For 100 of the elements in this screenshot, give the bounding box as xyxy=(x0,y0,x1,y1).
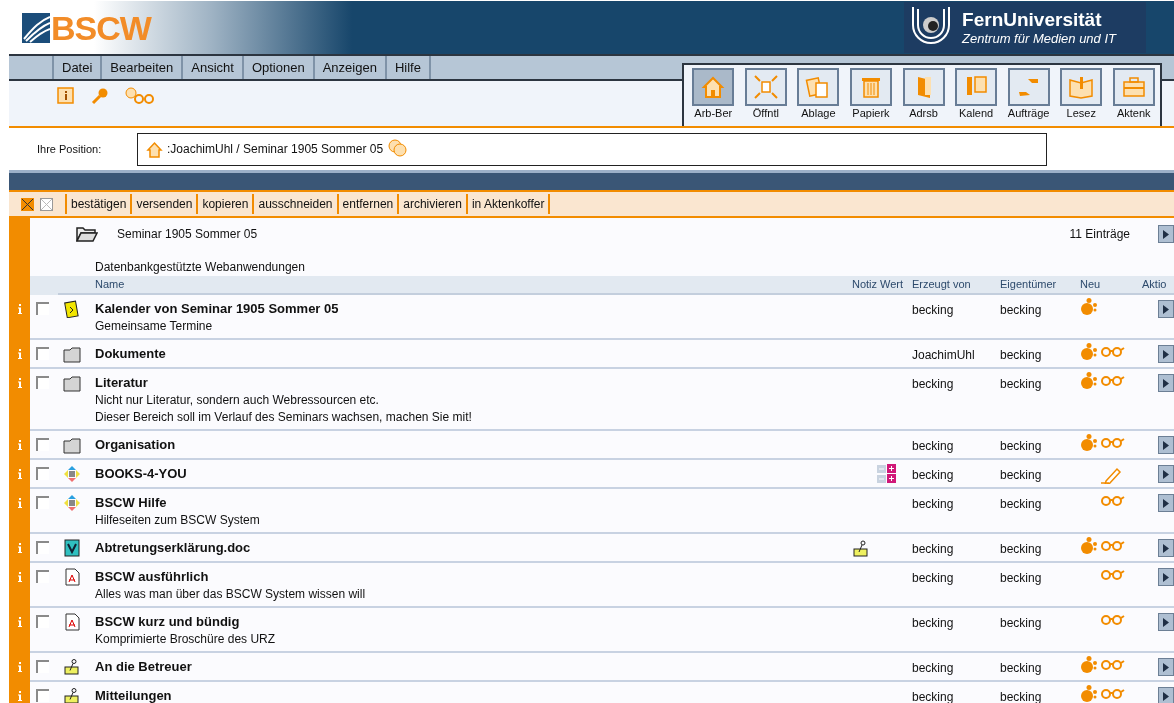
owner-cell: becking xyxy=(1000,303,1042,317)
info-icon[interactable] xyxy=(17,691,22,701)
creator-cell: becking xyxy=(912,497,954,511)
item-name[interactable]: Organisation xyxy=(95,437,845,454)
glasses-icon xyxy=(1100,540,1125,551)
people-icon[interactable] xyxy=(387,139,408,159)
checkbox[interactable] xyxy=(36,376,49,389)
open-folder-icon xyxy=(76,226,98,242)
action-arrow-button[interactable] xyxy=(1158,658,1174,676)
action-arrow-button[interactable] xyxy=(1158,465,1174,483)
toolbar-button[interactable]: Arb-Ber xyxy=(687,68,740,126)
checkbox[interactable] xyxy=(36,467,49,480)
action-arrow-button[interactable] xyxy=(1158,539,1174,557)
action-arrow-button[interactable] xyxy=(1158,436,1174,454)
item-name[interactable]: BSCW Hilfe xyxy=(95,495,845,512)
item-name[interactable]: Dokumente xyxy=(95,346,845,363)
action-button[interactable]: ausschneiden xyxy=(252,194,337,214)
item-name[interactable]: An die Betreuer xyxy=(95,659,845,676)
checkbox[interactable] xyxy=(36,438,49,451)
info-icon[interactable] xyxy=(17,469,22,479)
entry-count: 11 Einträge xyxy=(1069,226,1130,243)
column-header[interactable]: Notiz xyxy=(845,276,877,293)
checkbox[interactable] xyxy=(36,496,49,509)
action-button[interactable]: versenden xyxy=(130,194,197,214)
action-button[interactable]: kopieren xyxy=(196,194,253,214)
column-header[interactable]: Wert xyxy=(877,276,912,293)
item-name[interactable]: BOOKS-4-YOU xyxy=(95,466,845,483)
checkbox[interactable] xyxy=(36,689,49,702)
menu-item[interactable]: Bearbeiten xyxy=(100,56,182,79)
checkbox[interactable] xyxy=(36,302,49,315)
rating-control-icon[interactable] xyxy=(877,464,899,484)
column-header[interactable]: Neu xyxy=(1078,276,1140,293)
creator-cell: becking xyxy=(912,616,954,630)
toolbar-button[interactable]: Aufträge xyxy=(1002,68,1055,126)
info-icon[interactable] xyxy=(17,572,22,582)
info-icon[interactable] xyxy=(17,543,22,553)
info-icon[interactable] xyxy=(17,349,22,359)
house-icon[interactable] xyxy=(146,140,163,158)
action-arrow-button[interactable] xyxy=(1158,568,1174,586)
item-description: Gemeinsame Termine xyxy=(95,318,214,335)
info-card-icon[interactable] xyxy=(57,87,75,105)
column-header[interactable]: Aktio xyxy=(1140,276,1174,293)
info-icon[interactable] xyxy=(17,662,22,672)
menu-item[interactable]: Hilfe xyxy=(384,56,429,79)
toolbar-button[interactable]: Kalend xyxy=(949,68,1003,126)
creator-cell: becking xyxy=(912,439,954,453)
info-icon[interactable] xyxy=(17,440,22,450)
item-name[interactable]: Abtretungserklärung.doc xyxy=(95,540,845,557)
item-name[interactable]: Mitteilungen xyxy=(95,688,845,703)
toolbar-button[interactable]: Papierk xyxy=(844,68,898,126)
info-icon[interactable] xyxy=(17,498,22,508)
action-button[interactable]: archivieren xyxy=(397,194,466,214)
item-name[interactable]: Kalender von Seminar 1905 Sommer 05 xyxy=(95,301,845,318)
action-arrow-button[interactable] xyxy=(1158,613,1174,631)
info-icon[interactable] xyxy=(17,378,22,388)
info-icon[interactable] xyxy=(17,304,22,314)
triangle-icon xyxy=(1163,229,1169,239)
folder-icon xyxy=(63,345,81,363)
new-dots-icon xyxy=(1080,434,1098,451)
people-glasses-icon[interactable] xyxy=(125,87,155,105)
toolbar-button[interactable]: Ablage xyxy=(792,68,845,126)
toolbar-button[interactable]: Aktenk xyxy=(1107,68,1161,126)
item-name[interactable]: BSCW kurz und bündig xyxy=(95,614,845,631)
action-arrow-button[interactable] xyxy=(1158,225,1174,243)
deselect-all-icon[interactable] xyxy=(40,197,53,211)
pdf-icon xyxy=(63,568,81,586)
column-header[interactable]: Name xyxy=(95,276,845,293)
toolbar-button[interactable]: Lesez xyxy=(1054,68,1108,126)
action-button[interactable]: bestätigen xyxy=(65,194,131,214)
menu-item[interactable]: Anzeigen xyxy=(312,56,385,79)
action-arrow-button[interactable] xyxy=(1158,345,1174,363)
action-arrow-button[interactable] xyxy=(1158,300,1174,318)
folder-title: Seminar 1905 Sommer 05 xyxy=(117,226,258,243)
action-button[interactable]: entfernen xyxy=(336,194,398,214)
new-dots-icon xyxy=(1080,298,1098,315)
item-name[interactable]: BSCW ausführlich xyxy=(95,569,845,586)
action-arrow-button[interactable] xyxy=(1158,374,1174,392)
checkbox[interactable] xyxy=(36,660,49,673)
menu-item[interactable]: Ansicht xyxy=(181,56,242,79)
menu-item[interactable]: Optionen xyxy=(241,56,313,79)
action-button[interactable]: in Aktenkoffer xyxy=(465,194,549,214)
key-icon[interactable] xyxy=(91,87,109,105)
column-header[interactable]: Erzeugt von xyxy=(912,276,1000,293)
checkbox[interactable] xyxy=(36,570,49,583)
action-arrow-button[interactable] xyxy=(1158,687,1174,703)
info-icon[interactable] xyxy=(17,617,22,627)
column-header[interactable]: Eigentümer xyxy=(1000,276,1078,293)
menu-item[interactable]: Datei xyxy=(52,56,101,79)
document-icon xyxy=(63,539,81,557)
toolbar-button[interactable]: Öffntl xyxy=(739,68,793,126)
triangle-icon xyxy=(1163,349,1169,359)
item-name[interactable]: Literatur xyxy=(95,375,845,392)
checkbox[interactable] xyxy=(36,347,49,360)
toolbar-button[interactable]: Adrsb xyxy=(897,68,950,126)
select-all-icon[interactable] xyxy=(21,197,34,211)
checkbox[interactable] xyxy=(36,615,49,628)
note-icon[interactable] xyxy=(852,539,870,557)
glasses-icon xyxy=(1100,688,1125,699)
action-arrow-button[interactable] xyxy=(1158,494,1174,512)
checkbox[interactable] xyxy=(36,541,49,554)
